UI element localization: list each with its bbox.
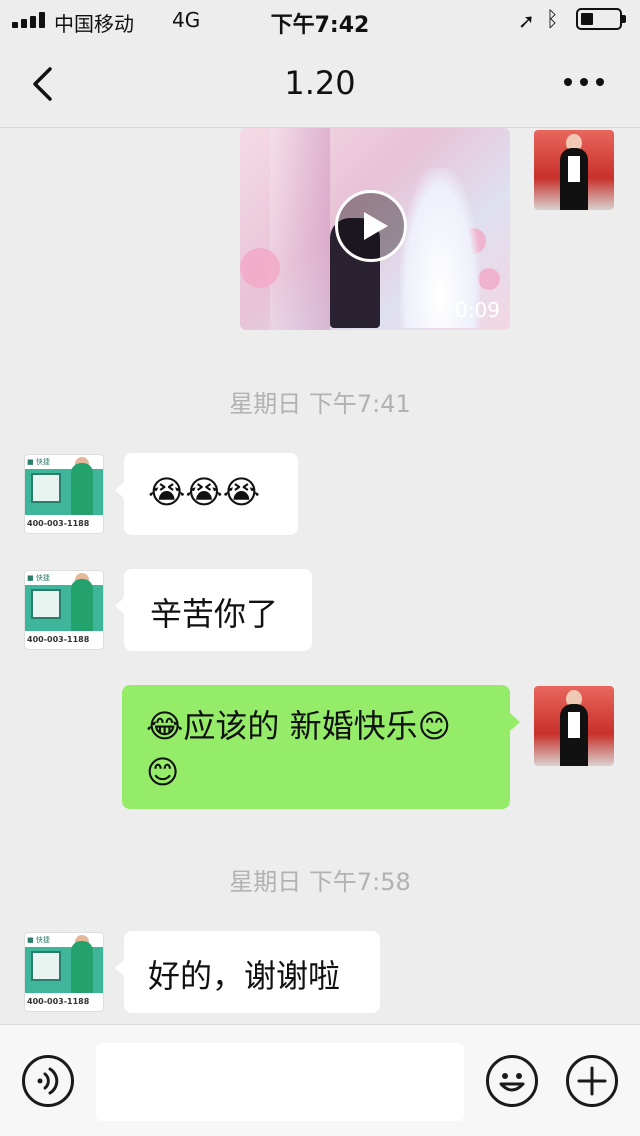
contact-avatar[interactable]: ■ 快捷 400-003-1188	[24, 454, 104, 534]
message-bubble[interactable]: 😭😭😭	[115, 453, 298, 535]
emoji-icon[interactable]	[486, 1055, 538, 1107]
location-icon: ➚	[518, 9, 535, 33]
message-text: 😭😭😭	[148, 473, 261, 511]
plus-icon[interactable]	[566, 1055, 618, 1107]
my-avatar[interactable]	[534, 130, 614, 210]
chat-area[interactable]: 0:09 星期日 下午7:41 ■ 快捷 400-003-1188 😭😭😭 ■ …	[0, 128, 640, 1024]
timestamp: 星期日 下午7:41	[229, 390, 411, 418]
bluetooth-icon: ᛒ	[546, 7, 559, 31]
avatar-phone: 400-003-1188	[27, 635, 90, 644]
message-bubble[interactable]: 辛苦你了	[115, 569, 312, 651]
battery-tip	[622, 15, 626, 23]
message-input[interactable]	[96, 1043, 464, 1121]
play-icon[interactable]	[335, 190, 407, 262]
message-text: 好的，谢谢啦	[148, 957, 341, 995]
avatar-phone: 400-003-1188	[27, 519, 90, 528]
contact-avatar[interactable]: ■ 快捷 400-003-1188	[24, 570, 104, 650]
message-text: 😂应该的 新婚快乐😊	[146, 707, 451, 745]
message-bubble[interactable]: 好的，谢谢啦	[115, 931, 380, 1013]
avatar-phone: 400-003-1188	[27, 997, 90, 1006]
input-bar	[0, 1024, 640, 1136]
chat-title: 1.20	[284, 64, 356, 102]
video-thumbnail	[270, 128, 330, 330]
my-avatar[interactable]	[534, 686, 614, 766]
message-text: 辛苦你了	[150, 595, 279, 633]
timestamp: 星期日 下午7:58	[229, 868, 411, 896]
chat-header: 1.20	[0, 40, 640, 128]
voice-icon[interactable]	[22, 1055, 74, 1107]
more-dots-icon[interactable]	[562, 76, 606, 88]
video-message[interactable]: 0:09	[240, 128, 510, 330]
status-bar: 中国移动 4G 下午7:42 ➚ ᛒ	[0, 0, 640, 40]
message-bubble-sent[interactable]: 😂应该的 新婚快乐😊 😊	[122, 685, 520, 809]
video-duration: 0:09	[455, 298, 500, 322]
message-text: 😊	[146, 753, 180, 791]
battery-icon	[576, 8, 622, 30]
contact-avatar[interactable]: ■ 快捷 400-003-1188	[24, 932, 104, 1012]
status-time: 下午7:42	[270, 13, 370, 38]
